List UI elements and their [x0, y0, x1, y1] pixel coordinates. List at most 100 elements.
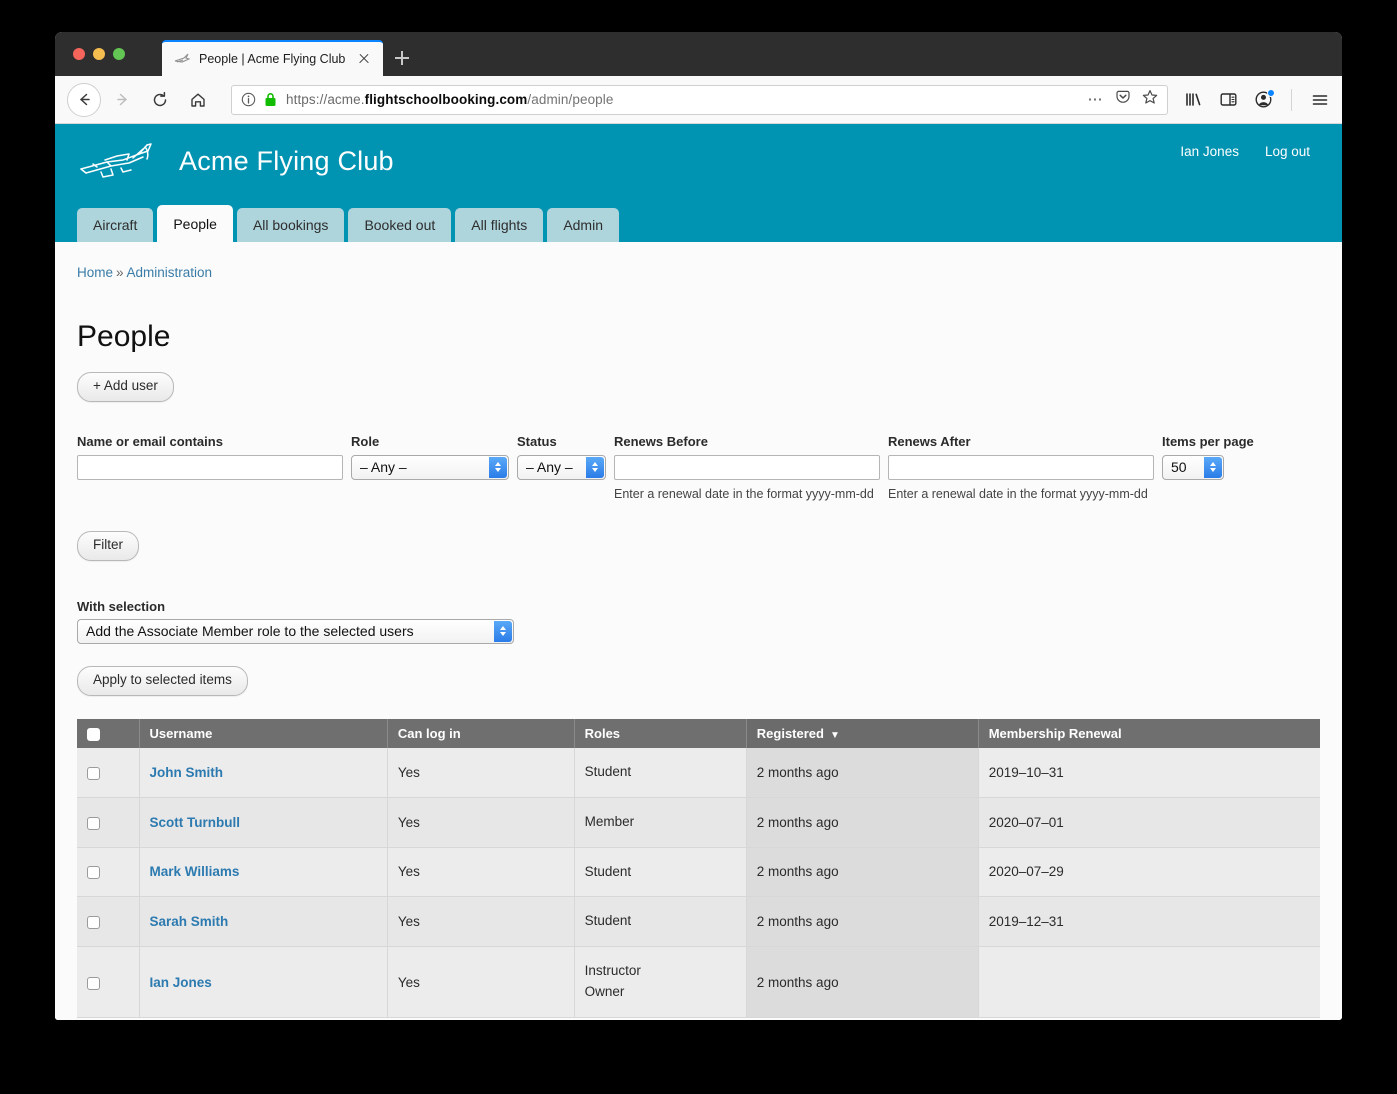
- window-controls: [73, 48, 125, 60]
- close-tab-icon[interactable]: [355, 50, 373, 68]
- hamburger-menu-icon[interactable]: [1310, 90, 1330, 110]
- cell-username: John Smith: [139, 747, 388, 798]
- page-info-icon[interactable]: [241, 92, 256, 107]
- filter-renews-before-help: Enter a renewal date in the format yyyy-…: [614, 486, 874, 501]
- url-domain: flightschoolbooking.com: [364, 92, 528, 107]
- filter-renews-after-help: Enter a renewal date in the format yyyy-…: [888, 486, 1148, 501]
- current-user-link[interactable]: Ian Jones: [1180, 144, 1239, 159]
- cell-registered: 2 months ago: [746, 847, 979, 898]
- filter-renews-after-input[interactable]: [888, 454, 1154, 480]
- cell-can-log-in: Yes: [387, 847, 575, 898]
- forward-icon[interactable]: [105, 83, 139, 117]
- minimize-window-button[interactable]: [93, 48, 105, 60]
- cell-registered: 2 months ago: [746, 747, 979, 798]
- add-user-button[interactable]: + Add user: [77, 372, 174, 402]
- maximize-window-button[interactable]: [113, 48, 125, 60]
- browser-titlebar: People | Acme Flying Club: [55, 32, 1342, 76]
- cell-username: Sarah Smith: [139, 896, 388, 948]
- filter-items-per-page-select[interactable]: 50: [1162, 454, 1224, 480]
- filter-role-select[interactable]: – Any –: [351, 454, 509, 480]
- people-table-body: John Smith Yes Student 2 months ago 2019…: [77, 747, 1320, 1019]
- reload-icon[interactable]: [143, 83, 177, 117]
- close-window-button[interactable]: [73, 48, 85, 60]
- username-link[interactable]: Mark Williams: [150, 864, 240, 879]
- sort-descending-icon: ▼: [829, 729, 840, 741]
- logout-link[interactable]: Log out: [1265, 144, 1310, 159]
- breadcrumb-administration[interactable]: Administration: [127, 265, 213, 280]
- browser-tab-active[interactable]: People | Acme Flying Club: [162, 40, 384, 76]
- filter-renews-before-input[interactable]: [614, 454, 880, 480]
- row-checkbox[interactable]: [87, 766, 100, 780]
- home-icon[interactable]: [181, 83, 215, 117]
- url-subdomain: acme.: [327, 92, 365, 107]
- select-all-checkbox[interactable]: [87, 727, 100, 741]
- column-header-can-log-in[interactable]: Can log in: [387, 718, 575, 748]
- row-select-cell: [77, 847, 140, 898]
- username-link[interactable]: Scott Turnbull: [150, 815, 241, 830]
- username-link[interactable]: John Smith: [150, 765, 224, 780]
- back-icon[interactable]: [67, 82, 101, 117]
- filter-renews-before-group: Renews Before Enter a renewal date in th…: [614, 434, 880, 501]
- column-header-membership-renewal[interactable]: Membership Renewal: [978, 718, 1320, 748]
- select-all-header: [77, 718, 140, 748]
- username-link[interactable]: Ian Jones: [150, 975, 212, 990]
- chevron-updown-icon: [586, 456, 604, 478]
- filter-status-group: Status – Any –: [517, 434, 606, 480]
- filter-status-select[interactable]: – Any –: [517, 454, 606, 480]
- cell-registered: 2 months ago: [746, 896, 979, 948]
- column-header-username[interactable]: Username: [139, 718, 388, 748]
- filter-name-input[interactable]: [77, 454, 343, 480]
- library-icon[interactable]: [1184, 90, 1203, 109]
- filter-items-per-page-value: 50: [1171, 459, 1187, 476]
- toolbar-divider: [1291, 88, 1292, 111]
- username-link[interactable]: Sarah Smith: [150, 914, 229, 929]
- tab-admin[interactable]: Admin: [547, 208, 619, 242]
- filter-name-label: Name or email contains: [77, 433, 223, 449]
- row-checkbox[interactable]: [87, 976, 100, 990]
- page-actions-icon[interactable]: ⋯: [1088, 92, 1105, 107]
- sidebar-icon[interactable]: [1219, 90, 1238, 109]
- tab-all-bookings[interactable]: All bookings: [236, 208, 345, 242]
- column-header-registered-label: Registered: [756, 725, 824, 741]
- new-tab-button[interactable]: [383, 40, 421, 76]
- filter-status-value: – Any –: [526, 459, 573, 476]
- pocket-icon[interactable]: [1115, 89, 1131, 110]
- table-row: Ian Jones Yes Instructor Owner 2 months …: [77, 946, 1320, 1019]
- with-selection-select[interactable]: Add the Associate Member role to the sel…: [77, 618, 514, 644]
- row-checkbox[interactable]: [87, 866, 100, 880]
- airplane-favicon: [174, 51, 191, 67]
- row-checkbox[interactable]: [87, 916, 100, 930]
- chevron-updown-icon: [1204, 456, 1222, 478]
- filter-button-row: Filter: [77, 530, 1320, 561]
- column-header-registered[interactable]: Registered ▼: [746, 718, 979, 748]
- add-user-row: + Add user: [77, 372, 1320, 402]
- apply-top-row: Apply to selected items: [77, 665, 1320, 696]
- chevron-updown-icon: [494, 620, 512, 642]
- row-checkbox[interactable]: [87, 816, 100, 830]
- tab-aircraft[interactable]: Aircraft: [77, 208, 154, 242]
- filter-form: Name or email contains Role – Any – Stat…: [77, 434, 1320, 501]
- tab-people[interactable]: People: [157, 205, 233, 242]
- browser-window: People | Acme Flying Club https://acme.f…: [55, 32, 1342, 1020]
- tab-booked-out[interactable]: Booked out: [348, 208, 452, 242]
- breadcrumb-home[interactable]: Home: [77, 265, 113, 280]
- brand[interactable]: Acme Flying Club: [77, 124, 1320, 184]
- apply-to-selected-items-button-top[interactable]: Apply to selected items: [77, 665, 248, 696]
- filter-button[interactable]: Filter: [77, 530, 139, 561]
- row-select-cell: [77, 896, 140, 948]
- brand-name: Acme Flying Club: [179, 145, 394, 176]
- column-header-roles[interactable]: Roles: [574, 718, 747, 748]
- address-bar[interactable]: https://acme.flightschoolbooking.com/adm…: [231, 84, 1168, 115]
- bookmark-star-icon[interactable]: [1142, 89, 1158, 110]
- breadcrumb: Home» Administration: [77, 242, 1320, 280]
- chevron-updown-icon: [489, 456, 507, 478]
- table-row: Scott Turnbull Yes Member 2 months ago 2…: [77, 797, 1320, 848]
- cell-membership-renewal: [978, 946, 1320, 1019]
- account-icon[interactable]: [1254, 89, 1275, 109]
- url-text: https://acme.flightschoolbooking.com/adm…: [286, 92, 614, 107]
- tab-all-flights[interactable]: All flights: [455, 208, 544, 242]
- browser-toolbar: https://acme.flightschoolbooking.com/adm…: [55, 76, 1342, 124]
- table-header-row: Username Can log in Roles Registered ▼ Me…: [77, 718, 1320, 748]
- role-item: Member: [584, 813, 635, 829]
- table-row: John Smith Yes Student 2 months ago 2019…: [77, 747, 1320, 798]
